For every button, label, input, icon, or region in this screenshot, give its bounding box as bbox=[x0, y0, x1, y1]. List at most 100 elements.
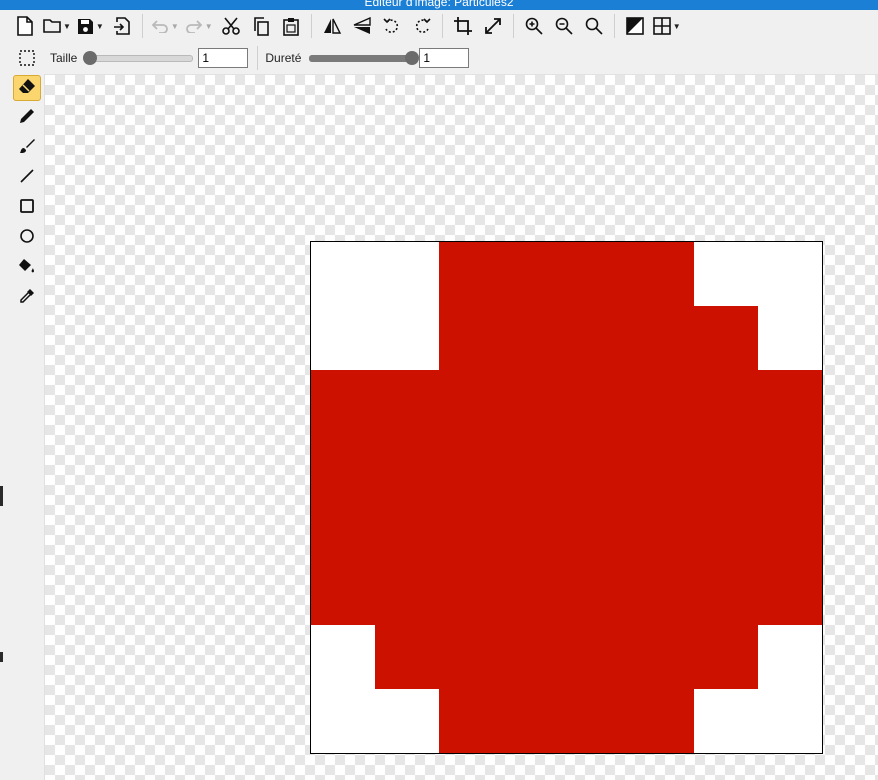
zoom-fit-icon bbox=[585, 17, 603, 35]
new-file-icon bbox=[16, 16, 34, 36]
redo-icon bbox=[185, 19, 203, 33]
painted-pixel bbox=[503, 689, 567, 753]
size-slider[interactable] bbox=[83, 51, 195, 65]
cut-icon bbox=[221, 17, 240, 35]
painted-pixel bbox=[503, 242, 567, 306]
painted-pixel bbox=[439, 242, 503, 306]
undo-button[interactable]: ▼ bbox=[151, 13, 179, 39]
painted-pixel bbox=[567, 498, 630, 561]
painted-pixel bbox=[375, 434, 439, 498]
ellipse-icon bbox=[19, 228, 35, 249]
zoom-in-button[interactable] bbox=[522, 13, 546, 39]
import-icon bbox=[113, 16, 131, 36]
window-title-bar: Éditeur d'image: Particules2 bbox=[0, 0, 878, 10]
open-folder-icon bbox=[43, 18, 61, 34]
hardness-slider-thumb[interactable] bbox=[405, 51, 420, 65]
tool-rectangle[interactable] bbox=[13, 195, 41, 221]
hardness-input[interactable] bbox=[419, 48, 470, 68]
new-button[interactable] bbox=[13, 13, 37, 39]
pencil-icon bbox=[19, 108, 35, 129]
painted-pixel bbox=[375, 498, 439, 561]
painted-pixel bbox=[311, 434, 375, 498]
chevron-down-icon: ▼ bbox=[95, 21, 104, 31]
main-toolbar: ▼ ▼ ▼ ▼ ▼ bbox=[0, 10, 878, 42]
open-button[interactable]: ▼ bbox=[43, 13, 71, 39]
painted-pixel bbox=[375, 370, 439, 434]
painted-pixel bbox=[439, 434, 503, 498]
painted-pixel bbox=[375, 625, 439, 689]
rectangle-icon bbox=[19, 198, 35, 219]
window-edge bbox=[0, 486, 3, 506]
rotate-right-button[interactable] bbox=[410, 13, 434, 39]
tool-line[interactable] bbox=[13, 165, 41, 191]
copy-button[interactable] bbox=[249, 13, 273, 39]
painted-pixel bbox=[311, 370, 375, 434]
flip-horizontal-icon bbox=[322, 17, 342, 35]
grid-button[interactable]: ▼ bbox=[652, 13, 681, 39]
undo-icon bbox=[151, 19, 169, 33]
save-button[interactable]: ▼ bbox=[77, 13, 104, 39]
window-title: Éditeur d'image: Particules2 bbox=[364, 0, 514, 9]
painted-pixel bbox=[503, 625, 567, 689]
drawing-canvas[interactable] bbox=[310, 241, 823, 754]
paste-button[interactable] bbox=[279, 13, 303, 39]
hardness-slider-fill bbox=[309, 54, 413, 62]
paste-icon bbox=[282, 17, 299, 36]
tool-eyedropper[interactable] bbox=[13, 285, 41, 311]
resize-button[interactable] bbox=[481, 13, 505, 39]
painted-pixel bbox=[567, 306, 630, 370]
painted-pixel bbox=[567, 370, 630, 434]
tool-eraser[interactable] bbox=[13, 75, 41, 101]
painted-pixel bbox=[503, 498, 567, 561]
painted-pixel bbox=[630, 625, 694, 689]
painted-pixel bbox=[311, 561, 375, 625]
redo-button[interactable]: ▼ bbox=[185, 13, 213, 39]
color-swap-icon bbox=[625, 17, 644, 35]
painted-pixel bbox=[630, 498, 694, 561]
rotate-right-icon bbox=[413, 17, 431, 35]
tool-pencil[interactable] bbox=[13, 105, 41, 131]
paint-bucket-icon bbox=[18, 258, 36, 279]
size-slider-thumb[interactable] bbox=[83, 51, 98, 65]
brush-icon bbox=[19, 138, 35, 159]
painted-pixel bbox=[630, 242, 694, 306]
flip-vertical-button[interactable] bbox=[350, 13, 374, 39]
colors-button[interactable] bbox=[623, 13, 647, 39]
tool-options-bar: Taille Dureté bbox=[0, 42, 878, 75]
flip-horizontal-button[interactable] bbox=[320, 13, 344, 39]
grid-icon bbox=[652, 17, 671, 35]
line-icon bbox=[19, 168, 35, 189]
hardness-slider[interactable] bbox=[307, 51, 420, 65]
crop-icon bbox=[453, 16, 473, 36]
painted-pixel bbox=[758, 370, 822, 434]
toolbar-separator bbox=[141, 14, 143, 38]
import-button[interactable] bbox=[110, 13, 134, 39]
painted-pixel bbox=[694, 306, 758, 370]
tool-brush[interactable] bbox=[13, 135, 41, 161]
tool-ellipse[interactable] bbox=[13, 225, 41, 251]
cut-button[interactable] bbox=[219, 13, 243, 39]
painted-pixel bbox=[439, 370, 503, 434]
chevron-down-icon: ▼ bbox=[672, 21, 681, 31]
painted-pixel bbox=[503, 370, 567, 434]
size-input[interactable] bbox=[198, 48, 249, 68]
tool-palette bbox=[0, 74, 45, 780]
painted-pixel bbox=[630, 370, 694, 434]
rotate-left-button[interactable] bbox=[380, 13, 404, 39]
painted-pixel bbox=[439, 306, 503, 370]
chevron-down-icon: ▼ bbox=[170, 21, 179, 31]
crop-button[interactable] bbox=[451, 13, 475, 39]
painted-pixel bbox=[567, 625, 630, 689]
painted-pixel bbox=[439, 498, 503, 561]
tool-fill[interactable] bbox=[13, 255, 41, 281]
copy-icon bbox=[253, 16, 269, 36]
painted-pixel bbox=[567, 561, 630, 625]
painted-pixel bbox=[630, 306, 694, 370]
zoom-out-button[interactable] bbox=[552, 13, 576, 39]
zoom-fit-button[interactable] bbox=[582, 13, 606, 39]
zoom-in-icon bbox=[525, 17, 543, 35]
resize-icon bbox=[484, 17, 502, 35]
painted-pixel bbox=[439, 561, 503, 625]
painted-pixel bbox=[375, 561, 439, 625]
selection-button[interactable] bbox=[15, 45, 39, 71]
